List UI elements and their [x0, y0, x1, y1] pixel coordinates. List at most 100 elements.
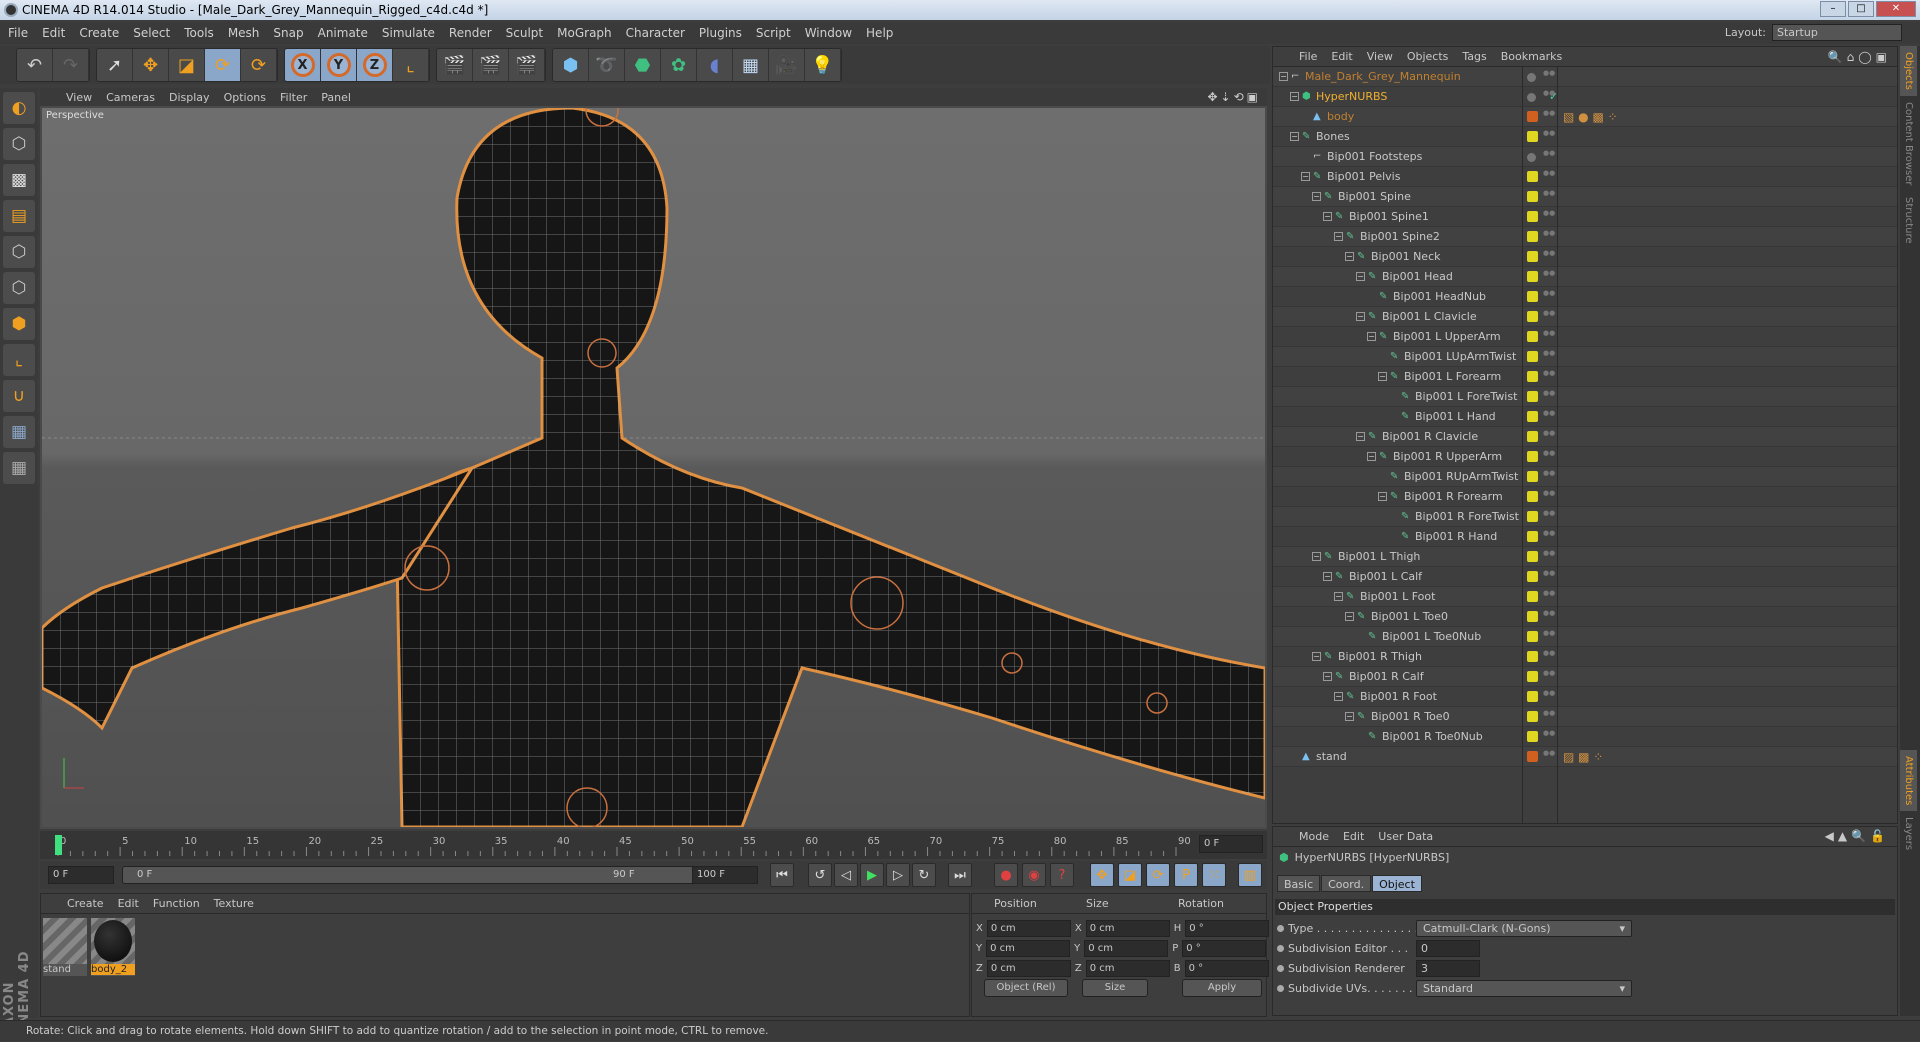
collapse-toggle[interactable]: −: [1334, 692, 1343, 701]
object-row[interactable]: − ✎ Bip001 L Foot ●●: [1273, 587, 1897, 607]
object-row[interactable]: − ✎ Bip001 R Calf ●●: [1273, 667, 1897, 687]
timeline-ruler[interactable]: 0 5 10 15 20 25 30 35 40 45 50 55 60 65 70 75 80 85 90: [48, 833, 1196, 857]
x-axis-lock-button[interactable]: X: [285, 49, 321, 81]
size-field[interactable]: 0 cm: [1085, 920, 1170, 937]
tab-layers[interactable]: Layers: [1900, 811, 1917, 856]
collapse-toggle[interactable]: −: [1345, 712, 1354, 721]
visibility-dots[interactable]: ●●: [1543, 490, 1555, 504]
key-rotation-button[interactable]: ⟳: [1146, 863, 1170, 887]
attr-tab-coord[interactable]: Coord.: [1321, 875, 1372, 892]
layer-color-swatch[interactable]: [1527, 291, 1538, 302]
nurbs-button[interactable]: ⬣: [625, 49, 661, 81]
visibility-dots[interactable]: ●●: [1543, 90, 1555, 104]
object-row[interactable]: ✎ Bip001 HeadNub ●●: [1273, 287, 1897, 307]
collapse-toggle[interactable]: −: [1367, 452, 1376, 461]
maximize-button[interactable]: □: [1848, 1, 1874, 17]
layer-color-swatch[interactable]: [1527, 271, 1538, 282]
scale-tool-button[interactable]: ◪: [169, 49, 205, 81]
layer-color-swatch[interactable]: [1527, 671, 1538, 682]
layer-color-swatch[interactable]: [1527, 491, 1538, 502]
layer-color-swatch[interactable]: [1527, 351, 1538, 362]
apply-button[interactable]: Apply: [1182, 979, 1262, 997]
visibility-dots[interactable]: ●●: [1543, 250, 1555, 264]
material-stand[interactable]: stand: [43, 918, 87, 976]
object-row[interactable]: − ✎ Bip001 R Toe0 ●●: [1273, 707, 1897, 727]
object-row[interactable]: ✎ Bip001 RUpArmTwist ●●: [1273, 467, 1897, 487]
object-row[interactable]: ✎ Bip001 L Toe0Nub ●●: [1273, 627, 1897, 647]
visibility-dots[interactable]: ●●: [1543, 610, 1555, 624]
select-tool-button[interactable]: ➚: [97, 49, 133, 81]
size-field[interactable]: 0 cm: [1084, 940, 1169, 957]
layer-color-swatch[interactable]: [1527, 631, 1538, 642]
close-button[interactable]: ✕: [1876, 1, 1916, 17]
layer-color-swatch[interactable]: [1527, 711, 1538, 722]
collapse-toggle[interactable]: −: [1323, 212, 1332, 221]
visibility-dots[interactable]: ●●: [1543, 410, 1555, 424]
workplane-button[interactable]: ▦: [3, 416, 35, 448]
object-row[interactable]: ✎ Bip001 R Hand ●●: [1273, 527, 1897, 547]
menu-edit[interactable]: Edit: [42, 26, 65, 40]
visibility-dots[interactable]: ●●: [1543, 310, 1555, 324]
object-row[interactable]: − ✎ Bip001 L Thigh ●●: [1273, 547, 1897, 567]
layer-color-swatch[interactable]: [1527, 191, 1538, 202]
visibility-dots[interactable]: ●●: [1543, 670, 1555, 684]
visibility-dots[interactable]: ●●: [1543, 70, 1555, 84]
end-frame-field[interactable]: 100 F: [692, 866, 758, 884]
visibility-dots[interactable]: ●●: [1543, 230, 1555, 244]
locked-workplane-button[interactable]: ▦: [3, 452, 35, 484]
viewport-menu-display[interactable]: Display: [169, 91, 210, 104]
layer-color-swatch[interactable]: [1527, 691, 1538, 702]
visibility-dots[interactable]: ●●: [1543, 710, 1555, 724]
menu-window[interactable]: Window: [805, 26, 852, 40]
attribute-menu-mode[interactable]: Mode: [1299, 830, 1329, 843]
collapse-toggle[interactable]: −: [1312, 192, 1321, 201]
menu-mograph[interactable]: MoGraph: [557, 26, 612, 40]
layout-dropdown[interactable]: Startup: [1772, 24, 1902, 41]
render-picture-viewer-button[interactable]: 🎬: [473, 49, 509, 81]
previous-key-button[interactable]: ↺: [808, 863, 832, 887]
keyframe-selection-button[interactable]: ?: [1050, 863, 1074, 887]
playhead[interactable]: [55, 835, 62, 855]
object-row[interactable]: − ✎ Bip001 R Foot ●●: [1273, 687, 1897, 707]
animate-bullet-icon[interactable]: [1277, 984, 1284, 992]
polygons-mode-button[interactable]: ⬢: [3, 308, 35, 340]
attribute-menu-user-data[interactable]: User Data: [1378, 830, 1433, 843]
material-menu-texture[interactable]: Texture: [214, 897, 254, 910]
object-row[interactable]: − ⌐ Male_Dark_Grey_Mannequin ●●: [1273, 67, 1897, 87]
cube-primitive-button[interactable]: ⬢: [553, 49, 589, 81]
points-mode-button[interactable]: ⬡: [3, 236, 35, 268]
viewport-navigation-icons[interactable]: ✥⇣⟲▣: [1207, 90, 1261, 104]
layer-color-swatch[interactable]: [1527, 531, 1538, 542]
object-row[interactable]: − ✎ Bip001 R UpperArm ●●: [1273, 447, 1897, 467]
collapse-toggle[interactable]: −: [1356, 272, 1365, 281]
object-tags[interactable]: ▨ ▩ ⁘: [1563, 747, 1603, 767]
object-row[interactable]: − ✎ Bip001 L Calf ●●: [1273, 567, 1897, 587]
current-frame-field[interactable]: 0 F: [1199, 835, 1263, 853]
layer-color-swatch[interactable]: [1527, 751, 1538, 762]
visibility-dots[interactable]: ●●: [1543, 430, 1555, 444]
next-frame-button[interactable]: ▷: [886, 863, 910, 887]
visibility-dots[interactable]: ●●: [1543, 270, 1555, 284]
collapse-toggle[interactable]: −: [1345, 252, 1354, 261]
menu-select[interactable]: Select: [133, 26, 170, 40]
workplane-mode-button[interactable]: ▤: [3, 200, 35, 232]
collapse-toggle[interactable]: −: [1290, 132, 1299, 141]
layer-color-swatch[interactable]: [1527, 131, 1538, 142]
start-frame-field[interactable]: 0 F: [48, 866, 114, 884]
layer-color-swatch[interactable]: [1527, 251, 1538, 262]
visibility-dots[interactable]: ●●: [1543, 330, 1555, 344]
menu-sculpt[interactable]: Sculpt: [506, 26, 543, 40]
attr-tab-basic[interactable]: Basic: [1277, 875, 1321, 892]
spline-button[interactable]: ➰: [589, 49, 625, 81]
layer-color-swatch[interactable]: [1527, 153, 1536, 162]
viewport-3d-canvas[interactable]: Perspective: [40, 93, 1267, 829]
timeline[interactable]: 0 5 10 15 20 25 30 35 40 45 50 55 60 65 70 75 80 85 90 0 F: [40, 831, 1267, 859]
layer-color-swatch[interactable]: [1527, 591, 1538, 602]
visibility-dots[interactable]: ●●: [1543, 750, 1555, 764]
recent-tool-button[interactable]: ⟳: [241, 49, 277, 81]
menu-mesh[interactable]: Mesh: [228, 26, 260, 40]
material-menu-edit[interactable]: Edit: [118, 897, 139, 910]
layer-color-swatch[interactable]: [1527, 231, 1538, 242]
objects-menu-view[interactable]: View: [1367, 50, 1393, 63]
visibility-dots[interactable]: ●●: [1543, 630, 1555, 644]
